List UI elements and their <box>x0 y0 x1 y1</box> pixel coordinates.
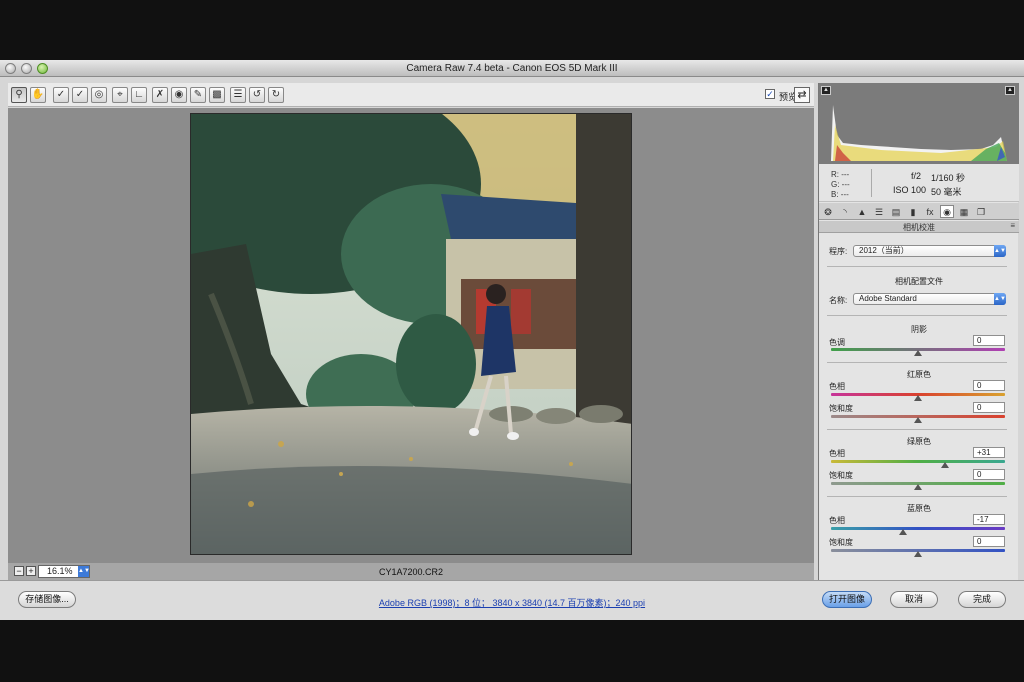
process-version-value: 2012（当前） <box>859 246 909 255</box>
tab-camera-calibration-icon[interactable]: ◉ <box>940 205 954 218</box>
photo-image <box>191 114 631 554</box>
spot-removal-tool-icon[interactable]: ✗ <box>152 87 168 103</box>
blue-hue-label: 色相 <box>829 516 845 525</box>
profile-name-label: 名称: <box>829 296 848 305</box>
aperture: f/2 <box>911 171 922 181</box>
bottom-bar: 存储图像... Adobe RGB (1998)；8 位； 3840 x 384… <box>0 580 1024 620</box>
shadows-tint-thumb[interactable] <box>914 350 922 356</box>
shadows-tint-label: 色调 <box>829 338 845 347</box>
fullscreen-toggle-icon[interactable]: ⇄ <box>794 87 810 103</box>
image-preview-area[interactable] <box>8 108 814 563</box>
photo-preview <box>190 113 632 555</box>
zoom-tool-icon[interactable]: ⚲ <box>11 87 27 103</box>
highlight-clipping-warning-icon[interactable]: ▲ <box>1005 86 1015 95</box>
blue-saturation-thumb[interactable] <box>914 551 922 557</box>
camera-raw-window: Camera Raw 7.4 beta - Canon EOS 5D Mark … <box>0 60 1024 620</box>
tab-tone-curve-icon[interactable]: ◝ <box>838 205 852 218</box>
red-hue-label: 色相 <box>829 382 845 391</box>
straighten-tool-icon[interactable]: ∟ <box>131 87 147 103</box>
panel-header: 相机校准 ≡ <box>819 221 1019 233</box>
green-saturation-label: 饱和度 <box>829 471 853 480</box>
green-hue-thumb[interactable] <box>940 462 949 468</box>
tab-effects-icon[interactable]: fx <box>923 205 937 218</box>
done-button[interactable]: 完成 <box>958 591 1006 608</box>
tab-detail-icon[interactable]: ▲ <box>855 205 869 218</box>
pixel-readout: R: --- G: --- B: --- f/2 1/160 秒 ISO 100… <box>819 164 1019 202</box>
process-dropdown-icon: ▲▼ <box>994 245 1006 257</box>
green-hue-label: 色相 <box>829 449 845 458</box>
rotate-cw-icon[interactable]: ↻ <box>268 87 284 103</box>
iso: ISO 100 <box>893 185 927 195</box>
green-readout: G: --- <box>831 180 850 189</box>
process-label: 程序: <box>829 247 848 256</box>
red-saturation-label: 饱和度 <box>829 404 853 413</box>
panel-tabs: ❂ ◝ ▲ ☰ ▤ ▮ fx ◉ ▦ ❐ <box>819 203 1019 220</box>
tab-presets-icon[interactable]: ▦ <box>957 205 971 218</box>
blue-hue-slider[interactable] <box>831 527 1005 530</box>
tab-basic-icon[interactable]: ❂ <box>821 205 835 218</box>
divider <box>827 496 1007 497</box>
green-saturation-field[interactable]: 0 <box>973 469 1005 480</box>
filename-label: CY1A7200.CR2 <box>378 567 444 577</box>
shutter-speed: 1/160 秒 <box>931 173 966 183</box>
shadows-heading: 阴影 <box>911 325 927 334</box>
red-saturation-field[interactable]: 0 <box>973 402 1005 413</box>
green-primary-heading: 绿原色 <box>907 437 931 446</box>
toolbar: ⚲ ✋ ✓ ✓ ◎ ⌖ ∟ ✗ ◉ ✎ ▩ ☰ ↺ ↻ ✓ 预览 ⇄ <box>8 83 814 107</box>
green-hue-field[interactable]: +31 <box>973 447 1005 458</box>
blue-hue-field[interactable]: -17 <box>973 514 1005 525</box>
histogram: ▲ ▲ <box>819 83 1019 164</box>
red-readout: R: --- <box>831 170 850 179</box>
target-adjustment-tool-icon[interactable]: ◎ <box>91 87 107 103</box>
window-title: Camera Raw 7.4 beta - Canon EOS 5D Mark … <box>406 63 618 74</box>
tab-lens-corrections-icon[interactable]: ▮ <box>906 205 920 218</box>
red-hue-field[interactable]: 0 <box>973 380 1005 391</box>
hand-tool-icon[interactable]: ✋ <box>30 87 46 103</box>
camera-profile-select[interactable]: Adobe Standard ▲▼ <box>853 293 1006 305</box>
blue-readout: B: --- <box>831 190 849 199</box>
red-saturation-thumb[interactable] <box>914 417 922 423</box>
panel-menu-icon[interactable]: ≡ <box>1010 221 1015 230</box>
green-hue-slider[interactable] <box>831 460 1005 463</box>
tab-split-toning-icon[interactable]: ▤ <box>889 205 903 218</box>
green-saturation-thumb[interactable] <box>914 484 922 490</box>
color-sampler-tool-icon[interactable]: ✓ <box>72 87 88 103</box>
focal-length: 50 毫米 <box>931 187 962 197</box>
red-hue-thumb[interactable] <box>914 395 922 401</box>
divider <box>827 315 1007 316</box>
cancel-button[interactable]: 取消 <box>890 591 938 608</box>
shadow-clipping-warning-icon[interactable]: ▲ <box>821 86 831 95</box>
divider <box>827 266 1007 267</box>
blue-primary-heading: 蓝原色 <box>907 504 931 513</box>
tab-hsl-icon[interactable]: ☰ <box>872 205 886 218</box>
adjustments-panel: ▲ ▲ R: --- G: --- B: --- f/2 1/160 秒 ISO… <box>818 83 1019 580</box>
histogram-graph <box>831 105 1007 161</box>
preview-checkbox[interactable]: ✓ <box>765 89 775 99</box>
camera-profile-value: Adobe Standard <box>859 294 917 303</box>
blue-saturation-field[interactable]: 0 <box>973 536 1005 547</box>
process-version-select[interactable]: 2012（当前） ▲▼ <box>853 245 1006 257</box>
red-primary-heading: 红原色 <box>907 370 931 379</box>
open-image-button[interactable]: 打开图像 <box>822 591 872 608</box>
camera-profile-heading: 相机配置文件 <box>895 277 943 286</box>
rotate-ccw-icon[interactable]: ↺ <box>249 87 265 103</box>
status-bar: − + 16.1% ▲▼ CY1A7200.CR2 <box>8 563 814 580</box>
adjustment-brush-tool-icon[interactable]: ✎ <box>190 87 206 103</box>
panel-title: 相机校准 <box>903 223 935 232</box>
divider <box>827 429 1007 430</box>
divider <box>827 362 1007 363</box>
shadows-tint-field[interactable]: 0 <box>973 335 1005 346</box>
red-eye-tool-icon[interactable]: ◉ <box>171 87 187 103</box>
white-balance-tool-icon[interactable]: ✓ <box>53 87 69 103</box>
tab-snapshots-icon[interactable]: ❐ <box>974 205 988 218</box>
graduated-filter-tool-icon[interactable]: ▩ <box>209 87 225 103</box>
preferences-icon[interactable]: ☰ <box>230 87 246 103</box>
crop-tool-icon[interactable]: ⌖ <box>112 87 128 103</box>
blue-saturation-label: 饱和度 <box>829 538 853 547</box>
title-bar: Camera Raw 7.4 beta - Canon EOS 5D Mark … <box>0 60 1024 77</box>
profile-dropdown-icon: ▲▼ <box>994 293 1006 305</box>
blue-hue-thumb[interactable] <box>899 529 908 535</box>
